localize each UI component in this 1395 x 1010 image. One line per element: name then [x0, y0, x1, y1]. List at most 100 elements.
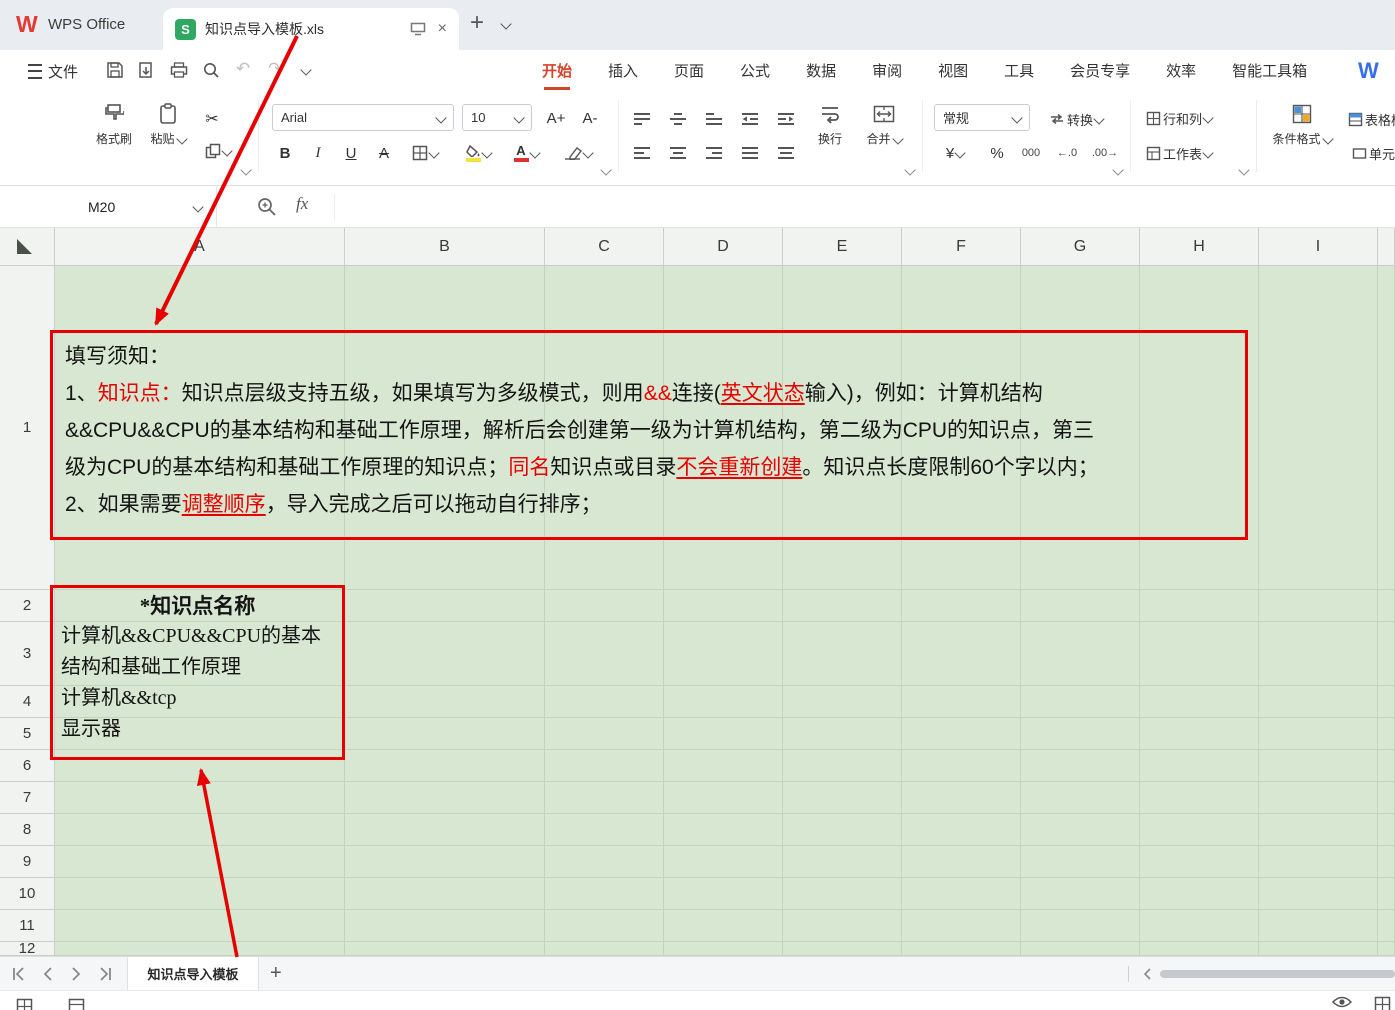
cell[interactable] — [902, 942, 1021, 956]
increase-indent-button[interactable] — [774, 106, 798, 132]
cell[interactable] — [545, 814, 664, 846]
cell[interactable] — [55, 782, 345, 814]
cell[interactable] — [545, 878, 664, 910]
cell[interactable] — [1140, 878, 1259, 910]
cell[interactable] — [1140, 750, 1259, 782]
cell[interactable] — [545, 942, 664, 956]
row-header-11[interactable]: 11 — [0, 910, 55, 942]
select-all-corner[interactable] — [0, 228, 55, 266]
cell[interactable] — [1021, 782, 1140, 814]
cell[interactable] — [1378, 718, 1395, 750]
cell[interactable] — [545, 910, 664, 942]
undo-icon[interactable]: ↶ — [236, 59, 250, 79]
table-style-button[interactable]: 表格样式 — [1348, 106, 1395, 132]
ribbon-tab-2[interactable]: 页面 — [674, 60, 704, 81]
ribbon-tab-6[interactable]: 视图 — [938, 60, 968, 81]
cell[interactable] — [1021, 718, 1140, 750]
add-sheet-button[interactable]: + — [270, 962, 282, 985]
zoom-search-icon[interactable] — [256, 196, 278, 218]
cell[interactable] — [664, 718, 783, 750]
cell[interactable] — [902, 590, 1021, 622]
clipboard-more-icon[interactable] — [240, 164, 251, 175]
cell[interactable] — [783, 622, 902, 686]
cell[interactable] — [1021, 590, 1140, 622]
cell[interactable] — [1259, 266, 1378, 590]
cell[interactable] — [345, 750, 545, 782]
cell[interactable] — [1259, 718, 1378, 750]
clear-format-button[interactable] — [556, 140, 600, 166]
cell[interactable] — [1378, 782, 1395, 814]
number-more-icon[interactable] — [1112, 164, 1123, 175]
cell[interactable] — [1378, 878, 1395, 910]
close-document-icon[interactable]: × — [438, 20, 447, 38]
cell[interactable] — [345, 942, 545, 956]
cell[interactable] — [55, 846, 345, 878]
cell[interactable] — [55, 814, 345, 846]
status-table-icon[interactable] — [68, 998, 85, 1010]
cell[interactable] — [664, 910, 783, 942]
distributed-button[interactable] — [774, 140, 798, 166]
justify-button[interactable] — [738, 140, 762, 166]
borders-button[interactable] — [406, 140, 444, 166]
cell[interactable] — [345, 814, 545, 846]
align-right-button[interactable] — [702, 140, 726, 166]
new-document-button[interactable]: + — [470, 9, 484, 37]
cell[interactable] — [345, 686, 545, 718]
cell[interactable] — [1378, 750, 1395, 782]
column-header-I[interactable]: I — [1259, 228, 1378, 266]
name-box-chevron-icon[interactable] — [192, 201, 203, 212]
row-header-10[interactable]: 10 — [0, 878, 55, 910]
formula-input[interactable] — [340, 186, 1395, 227]
cell[interactable] — [1140, 814, 1259, 846]
column-header-H[interactable]: H — [1140, 228, 1259, 266]
cell[interactable] — [1378, 814, 1395, 846]
cell[interactable] — [345, 718, 545, 750]
row-header-2[interactable]: 2 — [0, 590, 55, 622]
font-size-select[interactable]: 10 — [462, 104, 532, 131]
sheet-more-icon[interactable] — [1238, 164, 1249, 175]
cell[interactable] — [664, 686, 783, 718]
cell[interactable] — [1259, 910, 1378, 942]
ribbon-tab-7[interactable]: 工具 — [1004, 60, 1034, 81]
previous-sheet-icon[interactable] — [42, 967, 54, 981]
scroll-left-icon[interactable] — [1142, 968, 1152, 980]
ribbon-tab-10[interactable]: 智能工具箱 — [1232, 60, 1307, 81]
cell[interactable] — [1259, 622, 1378, 686]
italic-button[interactable]: I — [305, 140, 331, 166]
cell[interactable] — [1140, 846, 1259, 878]
cell[interactable] — [783, 686, 902, 718]
cell[interactable] — [783, 782, 902, 814]
cell[interactable] — [1140, 718, 1259, 750]
rows-columns-button[interactable]: 行和列 — [1146, 105, 1238, 131]
decrease-font-button[interactable]: A- — [576, 105, 604, 131]
align-top-button[interactable] — [630, 106, 654, 132]
format-painter-button[interactable]: 格式刷 — [90, 102, 138, 147]
cell[interactable] — [664, 878, 783, 910]
cell[interactable] — [545, 686, 664, 718]
cell[interactable] — [902, 622, 1021, 686]
font-family-select[interactable]: Arial — [272, 104, 454, 131]
cell[interactable] — [55, 910, 345, 942]
ribbon-tab-8[interactable]: 会员专享 — [1070, 60, 1130, 81]
align-center-button[interactable] — [666, 140, 690, 166]
cell[interactable] — [1259, 846, 1378, 878]
eye-icon[interactable] — [1332, 995, 1352, 1009]
cell[interactable] — [1259, 750, 1378, 782]
cell[interactable] — [545, 718, 664, 750]
conditional-format-button[interactable]: 条件格式 — [1270, 102, 1334, 147]
cell[interactable] — [1021, 878, 1140, 910]
cell[interactable] — [783, 814, 902, 846]
cell[interactable] — [783, 846, 902, 878]
cell[interactable] — [345, 846, 545, 878]
cell[interactable] — [55, 942, 345, 956]
sheet-tab-active[interactable]: 知识点导入模板 — [127, 957, 259, 990]
cell[interactable] — [1378, 910, 1395, 942]
cell[interactable] — [664, 846, 783, 878]
next-sheet-icon[interactable] — [70, 967, 82, 981]
cell[interactable] — [1259, 814, 1378, 846]
column-header-F[interactable]: F — [902, 228, 1021, 266]
cell[interactable] — [1140, 590, 1259, 622]
underline-button[interactable]: U — [338, 140, 364, 166]
cell[interactable] — [345, 590, 545, 622]
cell[interactable] — [1140, 622, 1259, 686]
